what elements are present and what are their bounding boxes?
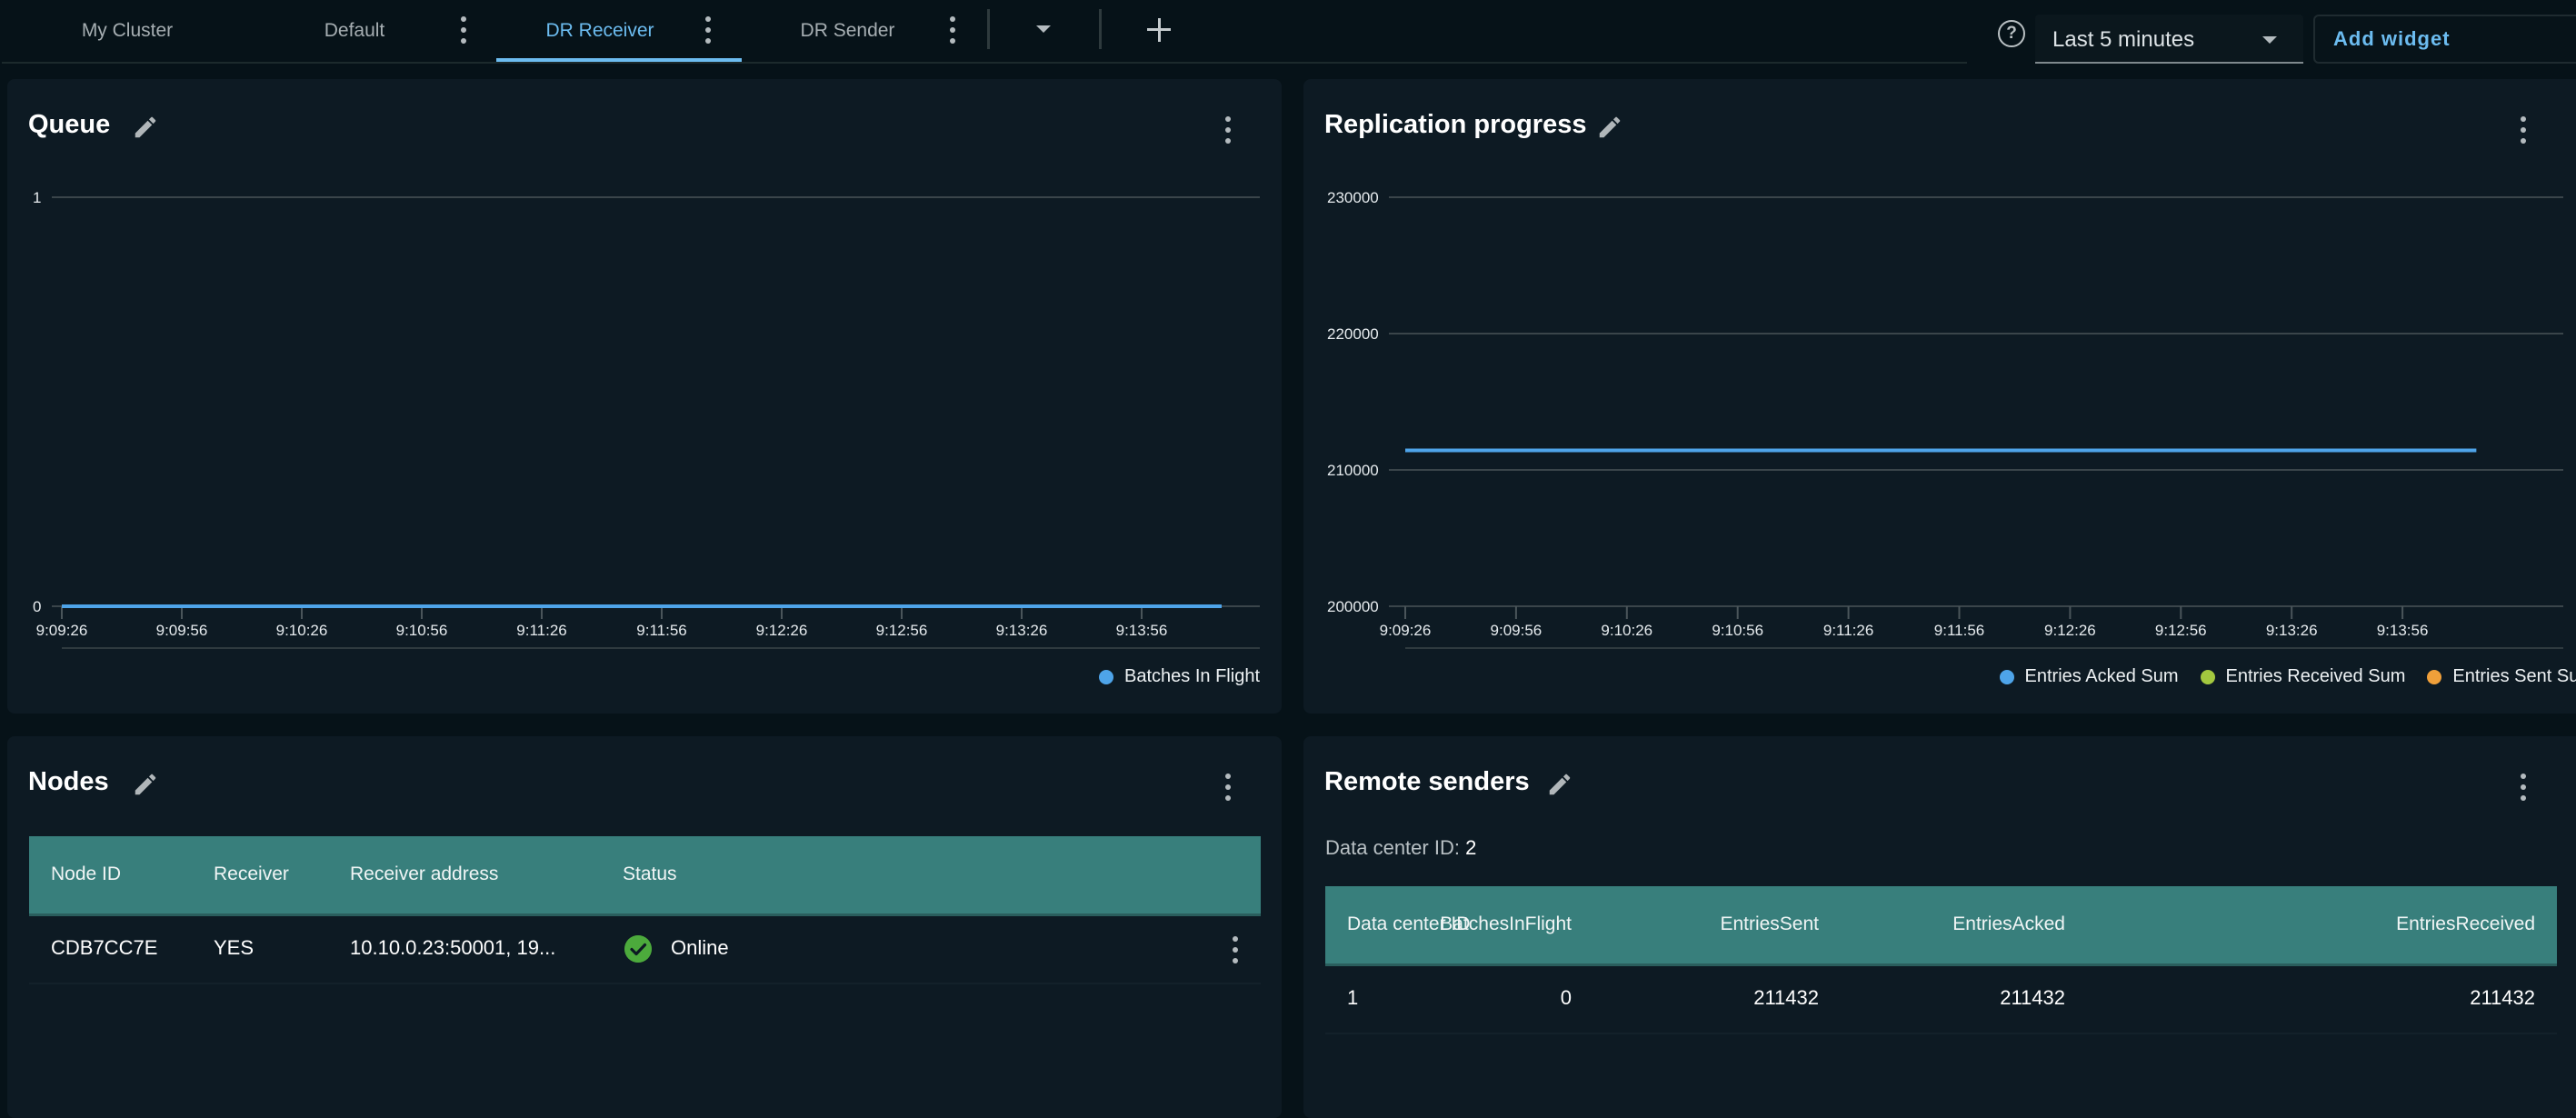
- entries-received-cell: 211432: [2470, 986, 2535, 1009]
- data-center-id-value: 2: [1465, 836, 1477, 859]
- y-tick-label: 0: [33, 598, 41, 615]
- x-tick-label: 9:11:56: [1934, 622, 1984, 639]
- queue-widget: Queue 0 1 9:09:26 9:09:56 9:10:26 9:10:56 9:11…: [7, 79, 1282, 714]
- x-tick-label: 9:09:56: [1491, 622, 1543, 639]
- table-header: Data center ID BatchesInFlight EntriesSe…: [1325, 886, 2557, 966]
- x-tick-label: 9:13:56: [2377, 622, 2429, 639]
- y-tick-label: 220000: [1327, 325, 1379, 343]
- legend-dot-icon: [1099, 669, 1114, 684]
- x-tick-label: 9:12:26: [756, 622, 808, 639]
- widget-menu-icon[interactable]: [1219, 774, 1237, 801]
- legend-item[interactable]: Entries Received Sum: [2200, 666, 2406, 687]
- y-tick-label: 1: [33, 189, 41, 206]
- x-tick-label: 9:10:26: [276, 622, 328, 639]
- add-tab-plus-icon[interactable]: [1147, 18, 1171, 42]
- time-range-value: Last 5 minutes: [2052, 27, 2195, 52]
- chart-legend: Entries Acked Sum Entries Received Sum Ent…: [1999, 666, 2576, 687]
- legend-item[interactable]: Entries Sent Sum: [2427, 666, 2576, 687]
- x-tick-label: 9:12:26: [2044, 622, 2096, 639]
- legend-dot-icon: [2427, 669, 2442, 684]
- tab-dr-sender-menu-icon[interactable]: [944, 16, 962, 44]
- legend-label: Entries Received Sum: [2225, 666, 2406, 686]
- tab-divider: [1099, 9, 1102, 49]
- legend-label: Entries Acked Sum: [2024, 666, 2179, 686]
- tab-dr-receiver-menu-icon[interactable]: [699, 16, 717, 44]
- column-header-receiver[interactable]: Receiver: [214, 863, 289, 885]
- x-tick-label: 9:10:26: [1601, 622, 1652, 639]
- x-tick-label: 9:11:56: [636, 622, 686, 639]
- legend-label: Entries Sent Sum: [2452, 666, 2576, 686]
- node-id-cell: CDB7CC7E: [51, 936, 158, 959]
- y-tick-label: 200000: [1327, 598, 1379, 615]
- batches-in-flight-cell: 0: [1560, 986, 1572, 1009]
- legend-item[interactable]: Entries Acked Sum: [1999, 666, 2179, 687]
- add-widget-button[interactable]: Add widget: [2313, 15, 2576, 64]
- help-icon[interactable]: ?: [1998, 20, 2025, 47]
- x-tick-label: 9:13:56: [1116, 622, 1168, 639]
- x-tick-label: 9:09:26: [1380, 622, 1432, 639]
- widget-title: Remote senders: [1324, 767, 1530, 796]
- queue-chart: 0 1 9:09:26 9:09:56 9:10:26 9:10:56 9:11:26 9:1…: [33, 189, 1260, 649]
- receiver-address-cell: 10.10.0.23:50001, 19...: [350, 936, 556, 959]
- dashboard-tab-bar: My Cluster Default DR Receiver DR Sender…: [0, 0, 2576, 64]
- x-tick-label: 9:13:26: [996, 622, 1048, 639]
- column-header-entries-sent[interactable]: EntriesSent: [1720, 913, 1819, 935]
- column-header-batches-in-flight[interactable]: BatchesInFlight: [1440, 913, 1572, 935]
- x-tick-label: 9:10:56: [396, 622, 448, 639]
- data-center-id-caption: Data center ID:: [1325, 836, 1460, 859]
- tab-my-cluster[interactable]: My Cluster: [55, 0, 200, 62]
- table-row[interactable]: 1 0 211432 211432 211432: [1325, 966, 2557, 1034]
- x-tick-label: 9:09:56: [156, 622, 208, 639]
- widget-title: Nodes: [28, 767, 109, 796]
- tab-default-menu-icon[interactable]: [454, 16, 473, 44]
- column-header-entries-received[interactable]: EntriesReceived: [2396, 913, 2535, 935]
- edit-pencil-icon[interactable]: [132, 771, 159, 798]
- chart-legend: Batches In Flight: [1099, 666, 1260, 687]
- widget-menu-icon[interactable]: [2514, 774, 2532, 801]
- entries-sent-cell: 211432: [1753, 986, 1819, 1009]
- legend-dot-icon: [2200, 669, 2215, 684]
- legend-item[interactable]: Batches In Flight: [1099, 666, 1260, 687]
- legend-dot-icon: [1999, 669, 2014, 684]
- table-row[interactable]: CDB7CC7E YES 10.10.0.23:50001, 19... Onl…: [29, 916, 1261, 984]
- x-tick-label: 9:11:26: [516, 622, 566, 639]
- x-tick-label: 9:12:56: [2155, 622, 2207, 639]
- row-menu-icon[interactable]: [1226, 936, 1244, 963]
- tab-dr-receiver[interactable]: DR Receiver: [509, 0, 691, 62]
- check-circle-icon: [624, 935, 652, 963]
- tab-bar-divider: [2, 62, 1967, 64]
- x-tick-label: 9:12:56: [876, 622, 928, 639]
- x-tick-label: 9:09:26: [36, 622, 88, 639]
- chevron-down-icon: [2262, 36, 2277, 44]
- tab-dr-sender[interactable]: DR Sender: [782, 0, 914, 62]
- y-tick-label: 210000: [1327, 462, 1379, 479]
- replication-chart: 200000 210000 220000 230000 9:09:26 9:09:56 9:…: [1327, 189, 2563, 649]
- remote-senders-widget: Remote senders Data center ID: 2 Data ce…: [1303, 736, 2576, 1118]
- legend-label: Batches In Flight: [1124, 666, 1260, 686]
- replication-progress-widget: Replication progress 200000 210000 220000 2…: [1303, 79, 2576, 714]
- edit-pencil-icon[interactable]: [1546, 771, 1573, 798]
- column-header-entries-acked[interactable]: EntriesAcked: [1952, 913, 2065, 935]
- status-cell: Online: [671, 936, 729, 959]
- time-range-select[interactable]: Last 5 minutes: [2035, 15, 2303, 64]
- data-center-id-cell: 1: [1347, 986, 1359, 1009]
- column-header-node-id[interactable]: Node ID: [51, 863, 121, 885]
- receiver-cell: YES: [214, 936, 255, 959]
- data-center-id-label: Data center ID: 2: [1325, 836, 1476, 860]
- x-tick-label: 9:10:56: [1712, 622, 1763, 639]
- y-tick-label: 230000: [1327, 189, 1379, 206]
- x-tick-label: 9:13:26: [2266, 622, 2318, 639]
- column-header-status[interactable]: Status: [623, 863, 677, 885]
- entries-acked-cell: 211432: [2000, 986, 2065, 1009]
- tab-divider: [987, 9, 990, 49]
- x-tick-label: 9:11:26: [1823, 622, 1873, 639]
- column-header-receiver-address[interactable]: Receiver address: [350, 863, 498, 885]
- table-header: Node ID Receiver Receiver address Status: [29, 836, 1261, 916]
- tab-default[interactable]: Default: [300, 0, 409, 62]
- nodes-widget: Nodes Node ID Receiver Receiver address …: [7, 736, 1282, 1118]
- more-tabs-caret-icon[interactable]: [1036, 25, 1051, 33]
